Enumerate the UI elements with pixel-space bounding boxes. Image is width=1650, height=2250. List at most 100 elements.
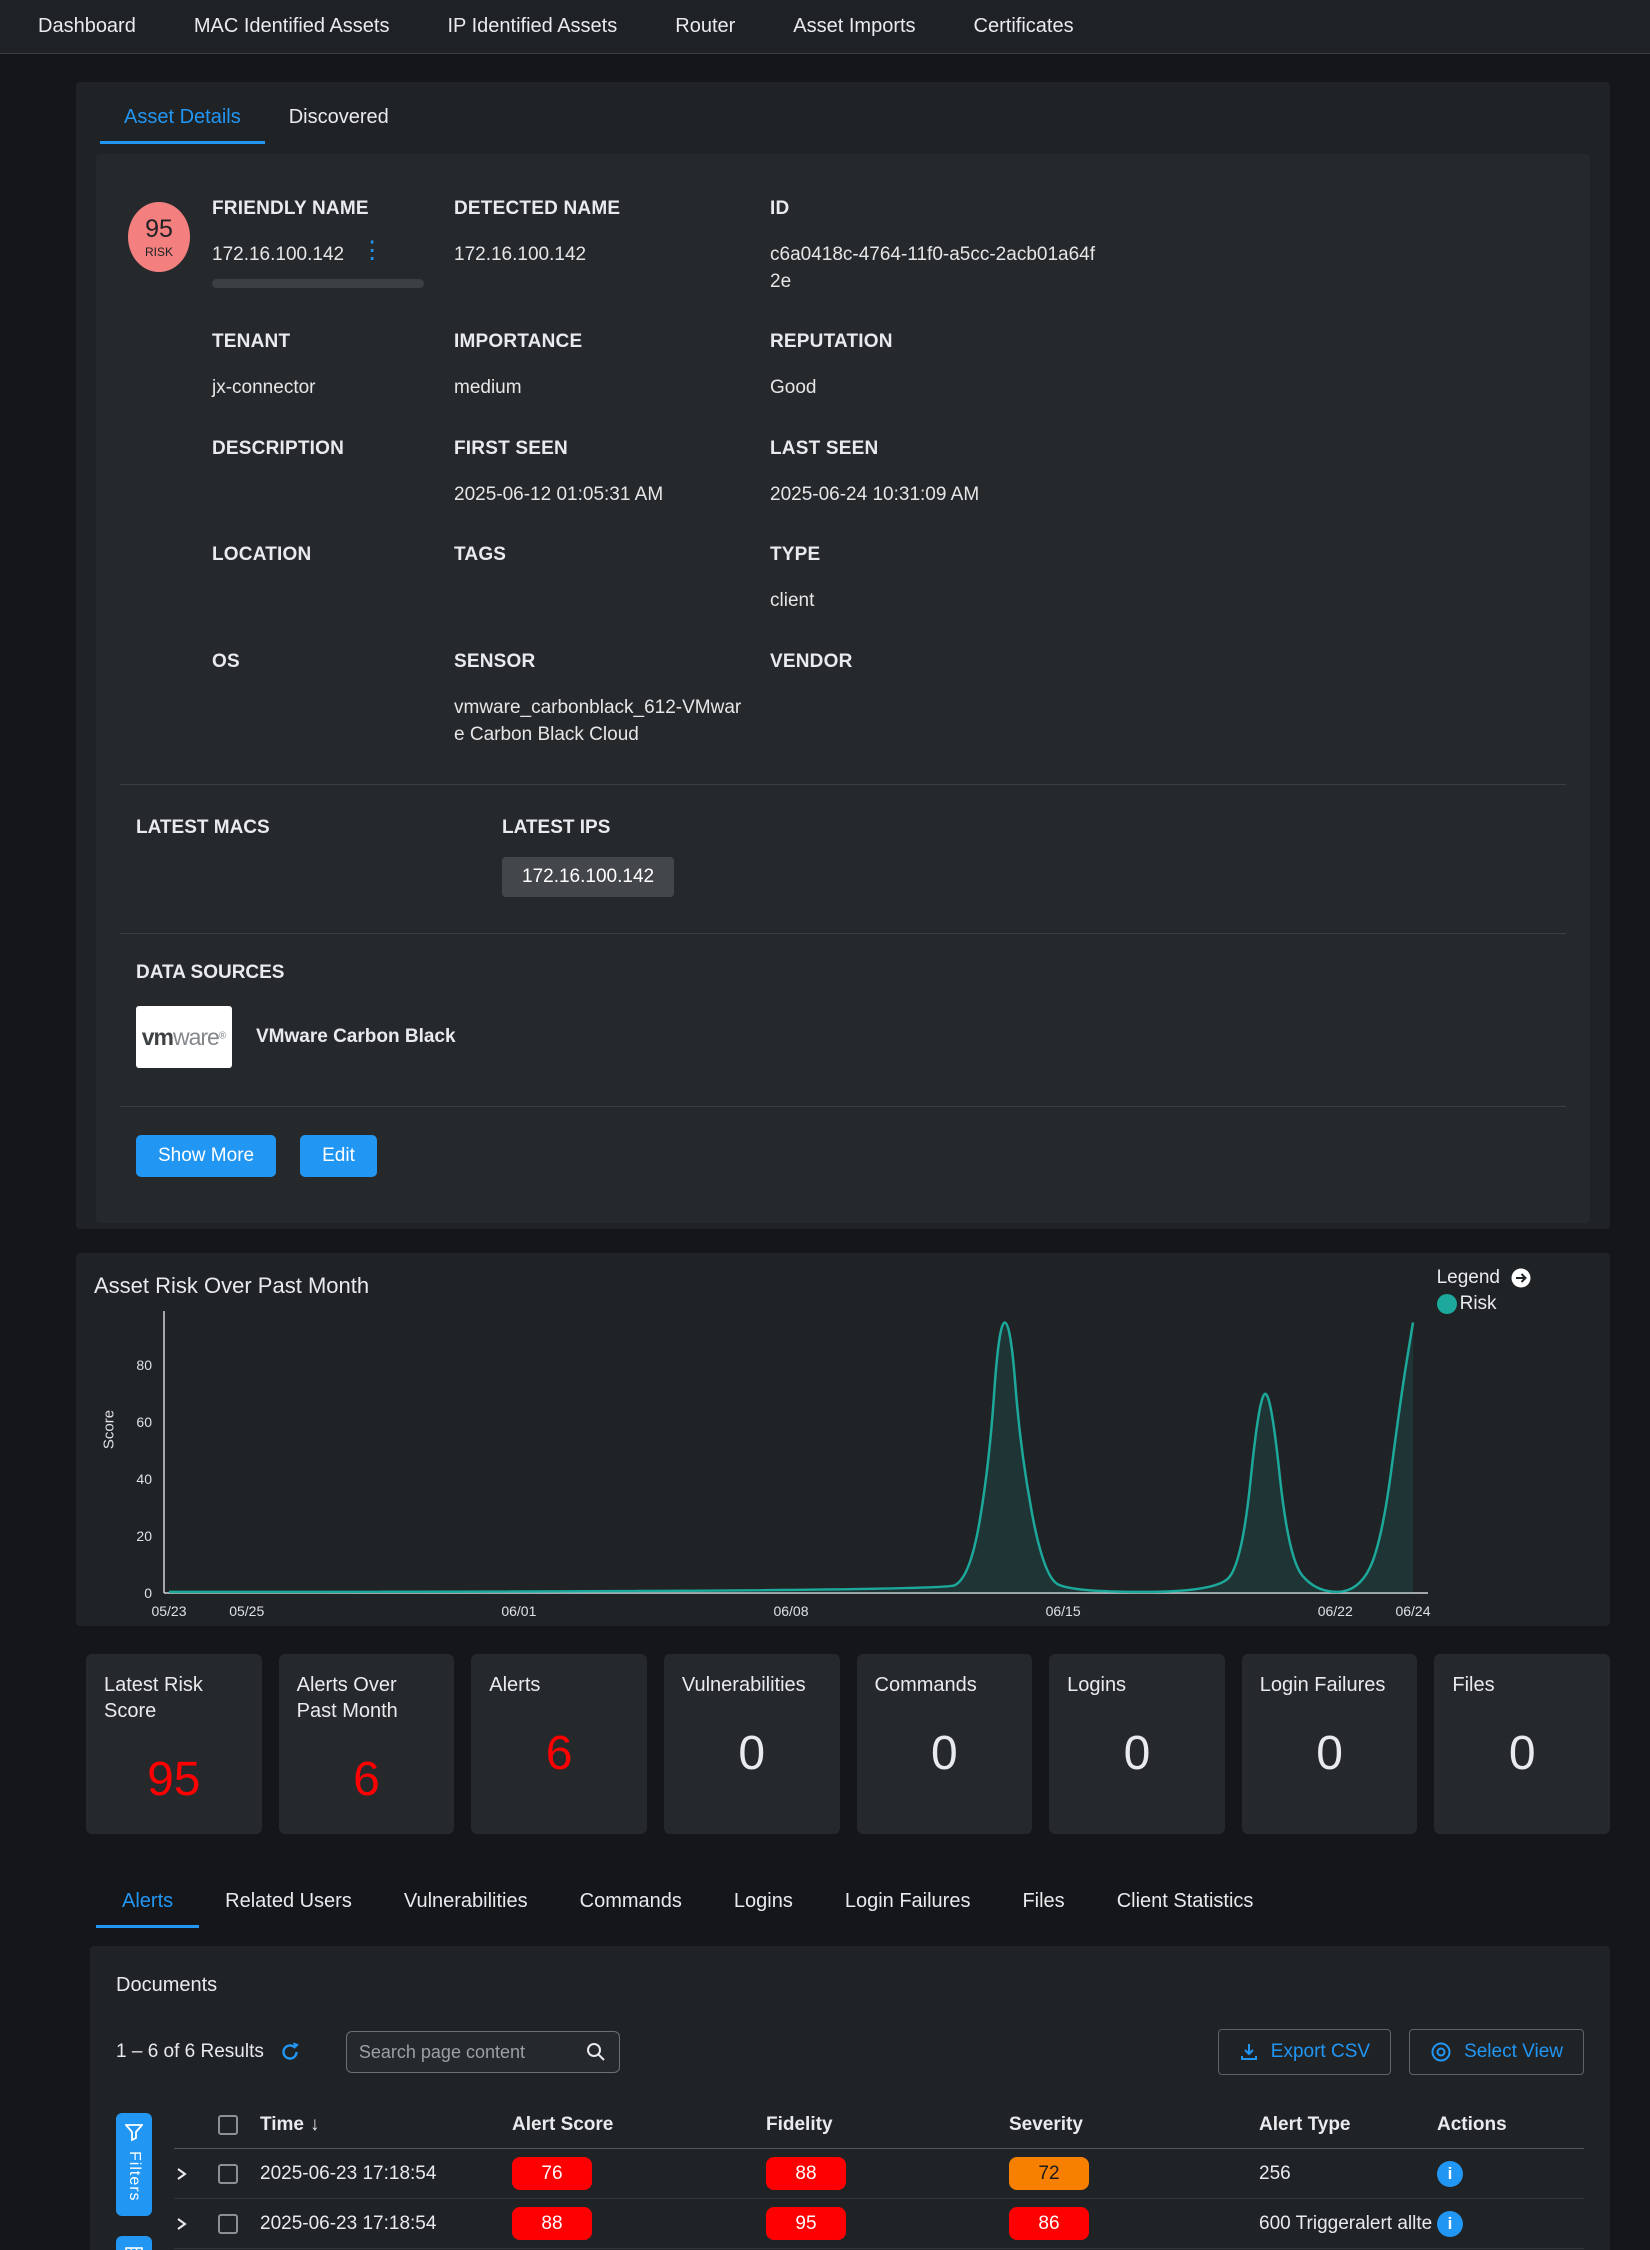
column-header-alert-type[interactable]: Alert Type bbox=[1259, 2114, 1437, 2136]
search-input[interactable] bbox=[359, 2042, 585, 2063]
field-value-row: medium bbox=[454, 353, 742, 402]
stat-card-value: 0 bbox=[875, 1726, 1015, 1781]
select-view-icon bbox=[1430, 2041, 1452, 2063]
expand-chevron-icon[interactable] bbox=[174, 2215, 188, 2233]
detail-tab-login-failures[interactable]: Login Failures bbox=[819, 1880, 997, 1928]
detail-tab-vulnerabilities[interactable]: Vulnerabilities bbox=[378, 1880, 554, 1928]
fidelity-badge: 95 bbox=[766, 2207, 846, 2240]
row-checkbox[interactable] bbox=[218, 2164, 238, 2184]
risk-badge: 95 RISK bbox=[128, 202, 190, 272]
svg-text:06/01: 06/01 bbox=[501, 1603, 536, 1619]
field-value: client bbox=[770, 588, 814, 615]
select-view-button[interactable]: Select View bbox=[1409, 2029, 1584, 2075]
stat-card-login-failures: Login Failures0 bbox=[1242, 1654, 1418, 1834]
detail-tab-related-users[interactable]: Related Users bbox=[199, 1880, 378, 1928]
field-value-row bbox=[212, 460, 426, 505]
cell-alert-type: 600 Triggeralert allte bbox=[1259, 2213, 1437, 2235]
svg-text:80: 80 bbox=[136, 1357, 152, 1373]
kebab-menu-icon[interactable]: ⋮ bbox=[360, 240, 384, 262]
cell-fidelity: 88 bbox=[766, 2157, 1009, 2190]
field-value: 172.16.100.142 bbox=[454, 242, 586, 269]
nav-item-mac-identified-assets[interactable]: MAC Identified Assets bbox=[194, 15, 390, 38]
latest-macs-label: LATEST MACS bbox=[136, 817, 502, 839]
field-value: medium bbox=[454, 375, 522, 402]
columns-icon bbox=[125, 2246, 143, 2250]
field-value: vmware_carbonblack_612-VMware Carbon Bla… bbox=[454, 695, 742, 748]
risk-badge-label: RISK bbox=[145, 245, 173, 259]
nav-item-dashboard[interactable]: Dashboard bbox=[38, 15, 136, 38]
field-value-row bbox=[212, 673, 426, 718]
column-header-actions[interactable]: Actions bbox=[1437, 2114, 1584, 2136]
expand-chevron-icon[interactable] bbox=[174, 2165, 188, 2183]
svg-text:0: 0 bbox=[144, 1585, 152, 1601]
fields-grid: FRIENDLY NAME172.16.100.142⋮DETECTED NAM… bbox=[212, 198, 1566, 784]
table-row[interactable]: 2025-06-23 17:18:54 76 88 72 256 i bbox=[174, 2149, 1584, 2199]
cell-fidelity: 95 bbox=[766, 2207, 1009, 2240]
stat-card-label: Files bbox=[1452, 1672, 1592, 1698]
svg-text:05/25: 05/25 bbox=[229, 1603, 264, 1619]
detail-tab-commands[interactable]: Commands bbox=[554, 1880, 708, 1928]
stat-card-value: 0 bbox=[682, 1726, 822, 1781]
column-header-severity[interactable]: Severity bbox=[1009, 2114, 1259, 2136]
alert-score-badge: 88 bbox=[512, 2207, 592, 2240]
risk-score: 95 bbox=[145, 215, 173, 244]
cell-alert-score: 88 bbox=[512, 2207, 766, 2240]
table-row[interactable]: 2025-06-23 17:18:54 88 95 86 600 Trigger… bbox=[174, 2199, 1584, 2249]
stat-card-latest-risk-score: Latest Risk Score95 bbox=[86, 1654, 262, 1834]
nav-item-asset-imports[interactable]: Asset Imports bbox=[793, 15, 915, 38]
cell-time: 2025-06-23 17:18:54 bbox=[260, 2213, 512, 2235]
latest-ips-label: LATEST IPS bbox=[502, 817, 1550, 839]
field-value-row: c6a0418c-4764-11f0-a5cc-2acb01a64f2e bbox=[770, 220, 1538, 295]
stat-card-label: Latest Risk Score bbox=[104, 1672, 244, 1724]
stat-card-value: 0 bbox=[1067, 1726, 1207, 1781]
detail-tab-logins[interactable]: Logins bbox=[708, 1880, 819, 1928]
show-more-button[interactable]: Show More bbox=[136, 1135, 276, 1177]
column-header-fidelity[interactable]: Fidelity bbox=[766, 2114, 1009, 2136]
search-icon[interactable] bbox=[585, 2041, 607, 2063]
nav-item-ip-identified-assets[interactable]: IP Identified Assets bbox=[448, 15, 618, 38]
cell-alert-type: 256 bbox=[1259, 2163, 1437, 2185]
latest-ip-chip[interactable]: 172.16.100.142 bbox=[502, 857, 674, 897]
field-value-row: Good bbox=[770, 353, 1538, 402]
stat-card-alerts-over-past-month: Alerts Over Past Month 6 bbox=[279, 1654, 455, 1834]
field-last-seen: LAST SEEN2025-06-24 10:31:09 AM bbox=[770, 438, 1566, 509]
asset-details-card: 95 RISK FRIENDLY NAME172.16.100.142⋮DETE… bbox=[96, 154, 1590, 1223]
results-count: 1 – 6 of 6 Results bbox=[116, 2041, 264, 2063]
alerts-table: Time↓Alert ScoreFidelitySeverityAlert Ty… bbox=[174, 2101, 1584, 2250]
risk-chart-panel: Asset Risk Over Past Month Score Legend … bbox=[76, 1253, 1610, 1626]
detail-tab-client-statistics[interactable]: Client Statistics bbox=[1091, 1880, 1280, 1928]
field-value-row: 2025-06-12 01:05:31 AM bbox=[454, 460, 742, 509]
edit-button[interactable]: Edit bbox=[300, 1135, 377, 1177]
export-csv-button[interactable]: Export CSV bbox=[1218, 2029, 1391, 2075]
info-icon[interactable]: i bbox=[1437, 2211, 1463, 2237]
field-importance: IMPORTANCEmedium bbox=[454, 331, 770, 402]
field-label: TYPE bbox=[770, 544, 1538, 566]
nav-item-certificates[interactable]: Certificates bbox=[974, 15, 1074, 38]
stat-card-value: 6 bbox=[297, 1752, 437, 1807]
stat-cards-row: Latest Risk Score95Alerts Over Past Mont… bbox=[86, 1654, 1610, 1834]
field-vendor: VENDOR bbox=[770, 651, 1566, 748]
row-checkbox[interactable] bbox=[218, 2214, 238, 2234]
cell-severity: 86 bbox=[1009, 2207, 1259, 2240]
stat-card-files: Files0 bbox=[1434, 1654, 1610, 1834]
filters-button[interactable]: Filters bbox=[116, 2113, 152, 2216]
nav-item-router[interactable]: Router bbox=[675, 15, 735, 38]
data-source-item: vmware®VMware Carbon Black bbox=[136, 1006, 1550, 1068]
name-field-scrollbar[interactable] bbox=[212, 279, 424, 288]
stat-card-label: Alerts bbox=[489, 1672, 629, 1698]
select-all-checkbox[interactable] bbox=[218, 2115, 238, 2135]
tab-discovered[interactable]: Discovered bbox=[265, 88, 413, 144]
svg-text:06/15: 06/15 bbox=[1046, 1603, 1081, 1619]
column-header-time[interactable]: Time↓ bbox=[260, 2114, 512, 2136]
detail-tab-alerts[interactable]: Alerts bbox=[96, 1880, 199, 1928]
detail-tab-files[interactable]: Files bbox=[996, 1880, 1090, 1928]
field-description: DESCRIPTION bbox=[212, 438, 454, 509]
info-icon[interactable]: i bbox=[1437, 2161, 1463, 2187]
cell-time: 2025-06-23 17:18:54 bbox=[260, 2163, 512, 2185]
sort-desc-icon[interactable]: ↓ bbox=[310, 2114, 320, 2135]
refresh-button[interactable] bbox=[278, 2040, 302, 2064]
column-header-alert-score[interactable]: Alert Score bbox=[512, 2114, 766, 2136]
stat-card-label: Alerts Over Past Month bbox=[297, 1672, 437, 1724]
tab-asset-details[interactable]: Asset Details bbox=[100, 88, 265, 144]
columns-button[interactable]: Columns bbox=[116, 2236, 152, 2250]
